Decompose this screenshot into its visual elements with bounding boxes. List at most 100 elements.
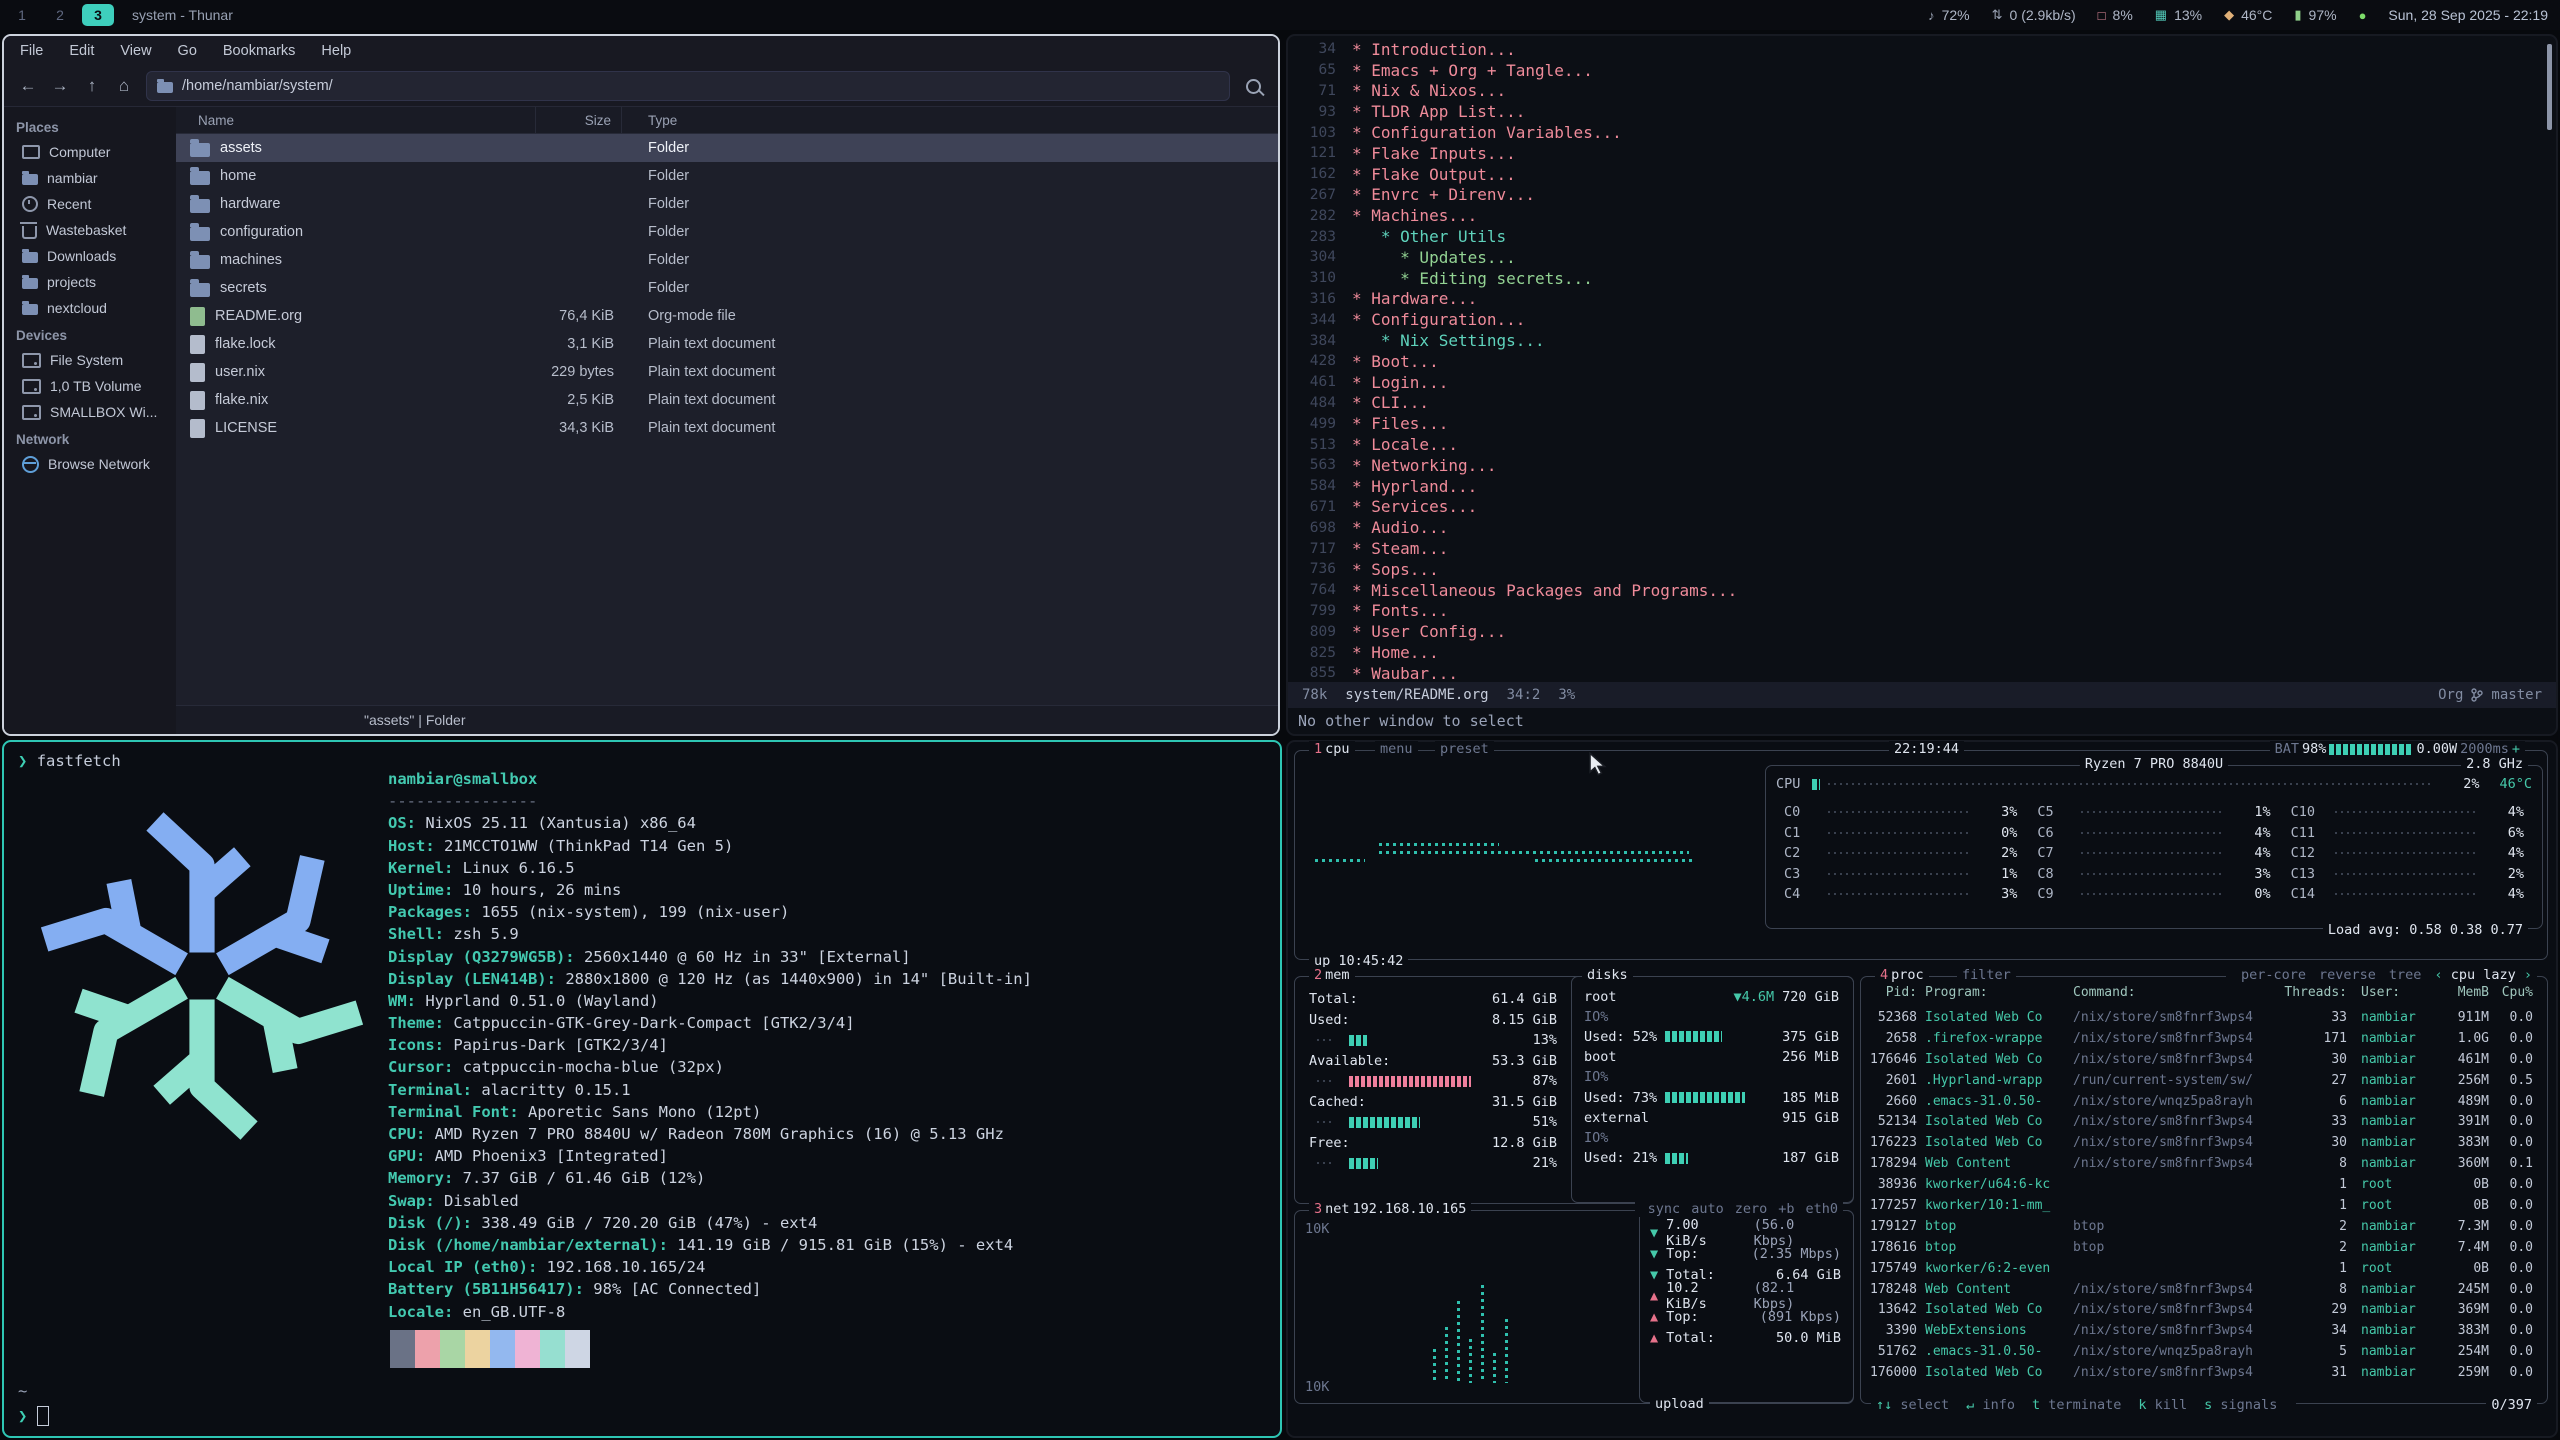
sidebar-item-1-0-tb-volume[interactable]: 1,0 TB Volume [4, 373, 176, 399]
process-row[interactable]: 3390WebExtensions/nix/store/sm8fnrf3wps4… [1867, 1320, 2541, 1341]
workspace-3[interactable]: 3 [82, 4, 114, 26]
process-row[interactable]: 38936kworker/u64:6-kc1root0B0.0 [1867, 1174, 2541, 1195]
file-list: assetsFolderhomeFolderhardwareFolderconf… [176, 134, 1278, 705]
terminal-prompt[interactable]: ❯ [18, 1406, 49, 1426]
net-option-auto[interactable]: auto [1691, 1201, 1724, 1217]
table-row[interactable]: homeFolder [176, 162, 1278, 190]
process-row[interactable]: 178248Web Content/nix/store/sm8fnrf3wps4… [1867, 1279, 2541, 1300]
process-row[interactable]: 176223Isolated Web Co/nix/store/sm8fnrf3… [1867, 1132, 2541, 1153]
table-row[interactable]: README.org76,4 KiBOrg-mode file [176, 302, 1278, 330]
process-row[interactable]: 52368Isolated Web Co/nix/store/sm8fnrf3w… [1867, 1007, 2541, 1028]
sidebar-item-smallbox-wi-[interactable]: SMALLBOX Wi... [4, 399, 176, 425]
net-option-sync[interactable]: sync [1648, 1201, 1681, 1217]
table-row[interactable]: flake.lock3,1 KiBPlain text document [176, 330, 1278, 358]
core-leader [2081, 852, 2224, 854]
menu-bookmarks[interactable]: Bookmarks [223, 43, 296, 59]
col-header-command[interactable]: Command: [2073, 985, 2283, 1000]
col-header-pid[interactable]: Pid: [1867, 985, 1925, 1000]
back-button[interactable]: ← [14, 72, 42, 100]
program: Isolated Web Co [1925, 1052, 2073, 1067]
col-header-memb[interactable]: MemB [2431, 985, 2489, 1000]
search-button[interactable] [1238, 72, 1268, 100]
menu-edit[interactable]: Edit [69, 43, 94, 59]
col-header-program[interactable]: Program: [1925, 985, 2073, 1000]
user: nambiar [2347, 1156, 2431, 1171]
process-row[interactable]: 178616btopbtop2nambiar7.4M0.0 [1867, 1237, 2541, 1258]
net-option-eth0[interactable]: eth0 [1805, 1201, 1838, 1217]
sidebar-item-file-system[interactable]: File System [4, 347, 176, 373]
process-row[interactable]: 177257kworker/10:1-mm_1root0B0.0 [1867, 1195, 2541, 1216]
footer-kill[interactable]: k kill [2138, 1397, 2187, 1413]
proc-option-per-core[interactable]: per-core [2241, 967, 2306, 983]
table-row[interactable]: machinesFolder [176, 246, 1278, 274]
forward-button[interactable]: → [46, 72, 74, 100]
sidebar-item-computer[interactable]: Computer [4, 139, 176, 165]
footer-terminate[interactable]: t terminate [2032, 1397, 2121, 1413]
interval-plus-button[interactable]: + [2512, 741, 2520, 757]
process-row[interactable]: 175749kworker/6:2-even1root0B0.0 [1867, 1258, 2541, 1279]
column-header-size[interactable]: Size [536, 107, 622, 133]
cell-name: README.org [176, 307, 536, 326]
up-button[interactable]: ↑ [78, 72, 106, 100]
process-row[interactable]: 176000Isolated Web Co/nix/store/sm8fnrf3… [1867, 1362, 2541, 1383]
table-row[interactable]: hardwareFolder [176, 190, 1278, 218]
palette-swatch-2 [440, 1330, 465, 1368]
process-row[interactable]: 176646Isolated Web Co/nix/store/sm8fnrf3… [1867, 1049, 2541, 1070]
col-header-cpu[interactable]: Cpu% [2489, 985, 2533, 1000]
workspace-1[interactable]: 1 [6, 4, 38, 26]
sidebar-item-downloads[interactable]: Downloads [4, 243, 176, 269]
proc-option-reverse[interactable]: reverse [2319, 967, 2376, 983]
emacs-scrollbar[interactable] [2547, 44, 2552, 130]
footer-signals[interactable]: s signals [2204, 1397, 2277, 1413]
sort-selector[interactable]: ‹ cpu lazy › [2434, 967, 2532, 983]
process-row[interactable]: 178294Web Content/nix/store/sm8fnrf3wps4… [1867, 1153, 2541, 1174]
workspace-2[interactable]: 2 [44, 4, 76, 26]
menu-view[interactable]: View [120, 43, 151, 59]
process-row[interactable]: 2660.emacs-31.0.50-/nix/store/wnqz5pa8ra… [1867, 1091, 2541, 1112]
process-row[interactable]: 2658.firefox-wrappe/nix/store/sm8fnrf3wp… [1867, 1028, 2541, 1049]
process-row[interactable]: 52134Isolated Web Co/nix/store/sm8fnrf3w… [1867, 1111, 2541, 1132]
emacs-window[interactable]: 34* Introduction...65* Emacs + Org + Tan… [1286, 34, 2558, 736]
col-header-threads[interactable]: Threads: [2283, 985, 2347, 1000]
table-row[interactable]: secretsFolder [176, 274, 1278, 302]
sidebar-item-nextcloud[interactable]: nextcloud [4, 295, 176, 321]
sidebar-item-projects[interactable]: projects [4, 269, 176, 295]
column-header-type[interactable]: Type [622, 107, 1278, 133]
table-row[interactable]: configurationFolder [176, 218, 1278, 246]
footer-info[interactable]: ↵ info [1966, 1397, 2015, 1413]
sidebar-item-wastebasket[interactable]: Wastebasket [4, 217, 176, 243]
preset-button[interactable]: preset [1435, 741, 1494, 757]
table-row[interactable]: user.nix229 bytesPlain text document [176, 358, 1278, 386]
cell-type: Org-mode file [622, 308, 1278, 324]
footer-select[interactable]: ↑↓ select [1876, 1397, 1949, 1413]
process-row[interactable]: 179127btopbtop2nambiar7.3M0.0 [1867, 1216, 2541, 1237]
column-header-name[interactable]: Name [176, 107, 536, 133]
menu-help[interactable]: Help [321, 43, 351, 59]
table-row[interactable]: flake.nix2,5 KiBPlain text document [176, 386, 1278, 414]
filter-button[interactable]: filter [1957, 967, 2016, 983]
col-header-user[interactable]: User: [2347, 985, 2431, 1000]
net-option-zero[interactable]: zero [1735, 1201, 1768, 1217]
sidebar-item-recent[interactable]: Recent [4, 191, 176, 217]
menu-go[interactable]: Go [178, 43, 197, 59]
process-row[interactable]: 2601.Hyprland-wrapp/run/current-system/s… [1867, 1070, 2541, 1091]
home-button[interactable]: ⌂ [110, 72, 138, 100]
emacs-buffer[interactable]: 34* Introduction...65* Emacs + Org + Tan… [1288, 36, 2556, 682]
temperature-text: 46°C [2241, 7, 2272, 23]
org-heading-text: * Miscellaneous Packages and Programs... [1352, 581, 1737, 600]
btop-window[interactable]: CPU2%46°C C03%C51%C104%C10%C64%C116%C22%… [1286, 740, 2558, 1438]
path-bar[interactable]: /home/nambiar/system/ [146, 71, 1230, 101]
sidebar-item-browse-network[interactable]: Browse Network [4, 451, 176, 477]
menu-button[interactable]: menu [1375, 741, 1418, 757]
terminal-window[interactable]: ❯ fastfetch nambiar@smallbox------------… [2, 740, 1282, 1438]
menu-file[interactable]: File [20, 43, 43, 59]
process-row[interactable]: 13642Isolated Web Co/nix/store/sm8fnrf3w… [1867, 1299, 2541, 1320]
table-row[interactable]: LICENSE34,3 KiBPlain text document [176, 414, 1278, 442]
table-row[interactable]: assetsFolder [176, 134, 1278, 162]
sidebar-item-nambiar[interactable]: nambiar [4, 165, 176, 191]
cell-name: home [176, 168, 536, 185]
process-row[interactable]: 51762.emacs-31.0.50-/nix/store/wnqz5pa8r… [1867, 1341, 2541, 1362]
proc-option-tree[interactable]: tree [2389, 967, 2422, 983]
net-option-b[interactable]: +b [1778, 1201, 1794, 1217]
org-heading-text: * Configuration Variables... [1352, 123, 1622, 142]
